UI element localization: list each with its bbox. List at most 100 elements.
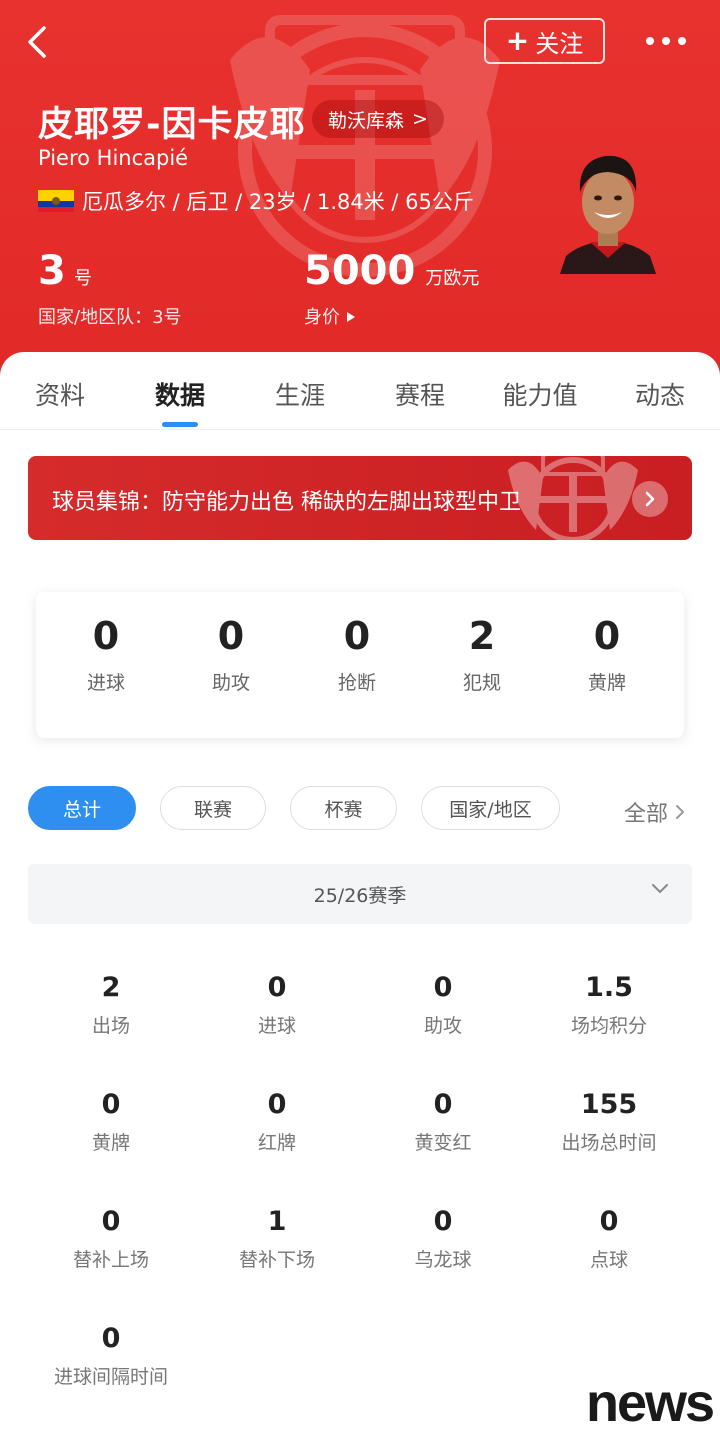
chevron-down-icon <box>652 884 668 894</box>
national-team-number: 国家/地区队：3号 <box>38 307 182 328</box>
market-value: 5000 万欧元 <box>304 248 479 294</box>
summary-label: 抢断 <box>337 672 376 694</box>
stat-red-cards: 0 红牌 <box>194 1089 360 1155</box>
season-selector[interactable]: 25/26赛季 <box>28 864 692 924</box>
filter-chip-league[interactable]: 联赛 <box>160 786 266 830</box>
stat-goals: 0 进球 <box>194 972 360 1038</box>
stat-value: 0 <box>433 972 453 1003</box>
summary-assists: 0 助攻 <box>171 614 291 695</box>
stat-label: 替补下场 <box>238 1249 315 1271</box>
stat-avg-points: 1.5 场均积分 <box>526 972 692 1038</box>
stat-label: 红牌 <box>257 1132 296 1154</box>
stat-value: 1.5 <box>585 972 633 1003</box>
filter-chip-cup[interactable]: 杯赛 <box>290 786 397 830</box>
summary-value: 0 <box>92 614 120 658</box>
stat-value: 0 <box>267 1089 287 1120</box>
caret-right-icon <box>346 312 355 322</box>
follow-label: 关注 <box>535 29 584 58</box>
stat-value: 0 <box>101 1206 121 1237</box>
summary-label: 助攻 <box>211 672 250 694</box>
stat-appearances: 2 出场 <box>28 972 194 1038</box>
stat-label: 出场总时间 <box>561 1132 657 1154</box>
tab-career[interactable]: 生涯 <box>240 376 360 412</box>
stat-label: 黄牌 <box>91 1132 130 1154</box>
player-avatar <box>560 155 656 274</box>
filter-bar: 总计 联赛 杯赛 国家/地区 全部 <box>0 784 720 832</box>
content-panel: 资料 数据 生涯 赛程 能力值 动态 球员集锦：防守能力出色 稀缺的左脚出球型中… <box>0 352 720 1430</box>
stat-minutes: 155 出场总时间 <box>526 1089 692 1155</box>
player-english-name: Piero Hincapié <box>38 146 189 170</box>
market-value-link[interactable]: 身价 <box>304 303 356 329</box>
summary-value: 0 <box>217 614 245 658</box>
stat-value: 0 <box>433 1089 453 1120</box>
stat-value: 155 <box>580 1089 638 1120</box>
market-value-amount: 5000 <box>304 248 416 294</box>
player-info-text: 厄瓜多尔 / 后卫 / 23岁 / 1.84米 / 65公斤 <box>82 190 474 214</box>
stat-value: 0 <box>433 1206 453 1237</box>
stat-label: 进球间隔时间 <box>53 1366 168 1388</box>
summary-label: 进球 <box>86 672 125 694</box>
summary-tackles: 0 抢断 <box>297 614 417 695</box>
news-watermark: news <box>586 1373 715 1430</box>
summary-fouls: 2 犯规 <box>422 614 542 695</box>
market-value-unit: 万欧元 <box>425 268 480 289</box>
tab-news[interactable]: 动态 <box>600 376 720 412</box>
club-name: 勒沃库森 <box>328 109 405 132</box>
filter-chip-total[interactable]: 总计 <box>28 786 136 830</box>
stat-assists: 0 助攻 <box>360 972 526 1038</box>
tab-bar: 资料 数据 生涯 赛程 能力值 动态 <box>0 352 720 430</box>
stat-yellow-cards: 0 黄牌 <box>28 1089 194 1155</box>
stat-label: 乌龙球 <box>414 1249 472 1271</box>
tab-data[interactable]: 数据 <box>120 376 240 412</box>
stat-label: 进球 <box>257 1015 296 1037</box>
plus-icon: + <box>505 24 530 57</box>
chevron-right-icon[interactable] <box>632 481 668 517</box>
market-value-label: 身价 <box>304 307 340 328</box>
tab-schedule[interactable]: 赛程 <box>360 376 480 412</box>
active-tab-indicator <box>162 422 198 427</box>
stat-label: 黄变红 <box>414 1132 472 1154</box>
ecuador-flag-icon <box>38 190 74 212</box>
tab-profile[interactable]: 资料 <box>0 376 120 412</box>
stat-value: 0 <box>101 1323 121 1354</box>
stat-own-goals: 0 乌龙球 <box>360 1206 526 1272</box>
summary-label: 黄牌 <box>587 672 626 694</box>
stat-label: 替补上场 <box>72 1249 149 1271</box>
follow-button[interactable]: + 关注 <box>484 18 605 64</box>
season-label: 25/26赛季 <box>313 884 407 907</box>
more-options-icon[interactable] <box>646 26 692 56</box>
chevron-right-icon: > <box>412 108 428 130</box>
stat-label: 点球 <box>589 1249 628 1271</box>
summary-value: 2 <box>468 614 496 658</box>
stat-penalties: 0 点球 <box>526 1206 692 1272</box>
filter-chip-national[interactable]: 国家/地区 <box>421 786 560 830</box>
shirt-number-value: 3 <box>38 248 66 294</box>
player-name: 皮耶罗-因卡皮耶 <box>38 105 306 145</box>
stat-value: 0 <box>101 1089 121 1120</box>
tab-ability[interactable]: 能力值 <box>480 376 600 412</box>
summary-value: 0 <box>343 614 371 658</box>
all-filter-label: 全部 <box>624 802 669 827</box>
player-header: + 关注 皮耶罗-因卡皮耶 勒沃库森 > Piero Hincapié 厄瓜多尔… <box>0 0 720 380</box>
back-icon[interactable] <box>18 22 58 62</box>
stat-value: 2 <box>101 972 121 1003</box>
summary-goals: 0 进球 <box>46 614 166 695</box>
stat-label: 助攻 <box>423 1015 462 1037</box>
stat-value: 0 <box>267 972 287 1003</box>
stat-value: 0 <box>599 1206 619 1237</box>
shirt-number-unit: 号 <box>73 268 92 289</box>
stat-label: 场均积分 <box>570 1015 647 1037</box>
player-info-line: 厄瓜多尔 / 后卫 / 23岁 / 1.84米 / 65公斤 <box>38 186 474 216</box>
club-link[interactable]: 勒沃库森 > <box>312 100 444 138</box>
stat-goal-interval: 0 进球间隔时间 <box>28 1323 194 1389</box>
summary-yellow-cards: 0 黄牌 <box>547 614 667 695</box>
stat-sub-off: 1 替补下场 <box>194 1206 360 1272</box>
highlight-banner[interactable]: 球员集锦：防守能力出色 稀缺的左脚出球型中卫 <box>28 456 692 540</box>
all-filter-link[interactable]: 全部 <box>624 796 686 828</box>
stat-second-yellow: 0 黄变红 <box>360 1089 526 1155</box>
summary-value: 0 <box>593 614 621 658</box>
shirt-number: 3号 <box>38 248 92 294</box>
summary-label: 犯规 <box>462 672 501 694</box>
chevron-right-icon <box>676 805 685 819</box>
summary-card: 0 进球 0 助攻 0 抢断 2 犯规 0 黄牌 <box>36 592 684 738</box>
